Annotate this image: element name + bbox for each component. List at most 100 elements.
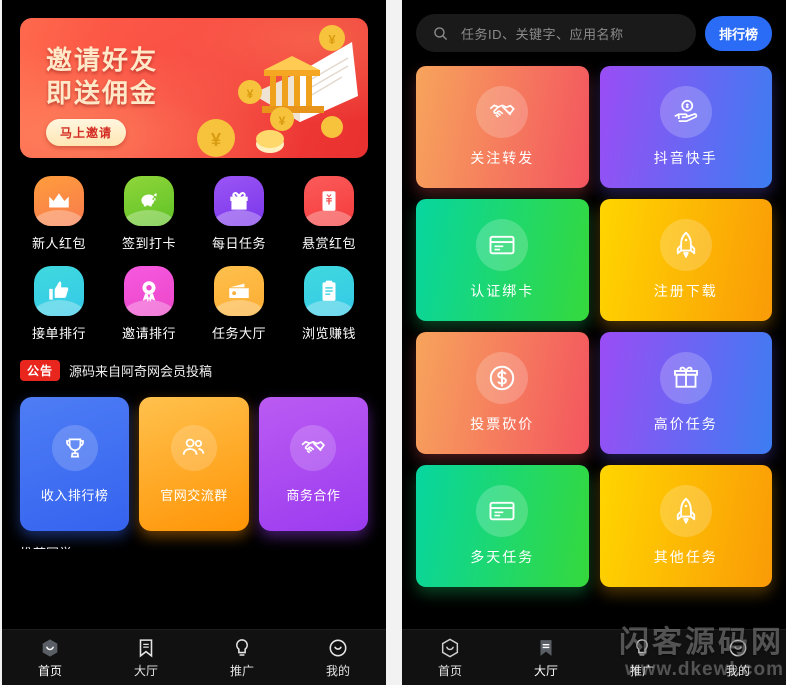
tab-mine[interactable]: 我的 xyxy=(290,637,386,679)
tab-label: 推广 xyxy=(629,663,654,678)
svg-text:¥: ¥ xyxy=(279,114,286,128)
tab-label: 首页 xyxy=(37,663,62,678)
quick-action-label: 悬赏红包 xyxy=(301,236,356,251)
tab-label: 我的 xyxy=(725,663,750,678)
tab-home[interactable]: 首页 xyxy=(2,637,98,679)
task-card-label: 关注转发 xyxy=(470,150,535,166)
task-category-grid: 关注转发 抖音快手 认证绑卡 注册下载 投票砍价 高价任务 多天任务 其他任务 xyxy=(402,60,786,597)
quick-action-label: 接单排行 xyxy=(31,326,86,341)
invite-now-button[interactable]: 马上邀请 xyxy=(46,119,127,146)
announcement-bar[interactable]: 公告 源码来自阿奇网会员投稿 xyxy=(2,346,386,387)
quick-action-label: 每日任务 xyxy=(211,236,266,251)
banner-line-2: 即送佣金 xyxy=(46,77,159,108)
user-circle-icon xyxy=(729,639,747,656)
screenshot-stage: 邀请好友 即送佣金 马上邀请 ¥ ¥ ¥ ¥ 新人红包 签到打卡 每日任务 悬赏… xyxy=(0,0,786,685)
quick-action-bounty-envelope[interactable]: 悬赏红包 xyxy=(284,176,374,252)
lightbulb-icon xyxy=(636,638,648,656)
thumbs-up-icon xyxy=(34,266,84,316)
task-card-vote-bargain[interactable]: 投票砍价 xyxy=(416,332,589,454)
quick-action-grid: 新人红包 签到打卡 每日任务 悬赏红包 接单排行 邀请排行 任务大厅 浏览赚钱 xyxy=(2,158,386,346)
task-card-high-price-task[interactable]: 高价任务 xyxy=(599,332,772,454)
tab-home[interactable]: 首页 xyxy=(402,637,498,679)
announcement-badge: 公告 xyxy=(20,360,61,381)
announcement-text: 源码来自阿奇网会员投稿 xyxy=(69,364,213,379)
left-phone-screen: 邀请好友 即送佣金 马上邀请 ¥ ¥ ¥ ¥ 新人红包 签到打卡 每日任务 悬赏… xyxy=(2,0,386,685)
quick-action-daily-task[interactable]: 每日任务 xyxy=(194,176,284,252)
hand-money-icon xyxy=(659,86,712,138)
task-card-other-task[interactable]: 其他任务 xyxy=(599,465,772,587)
left-scroll-area[interactable]: 邀请好友 即送佣金 马上邀请 ¥ ¥ ¥ ¥ 新人红包 签到打卡 每日任务 悬赏… xyxy=(2,0,386,629)
tab-label: 首页 xyxy=(437,663,462,678)
wallet-icon xyxy=(214,266,264,316)
task-card-follow-repost[interactable]: 关注转发 xyxy=(416,66,589,188)
bookmark-icon xyxy=(139,638,153,657)
gift-icon xyxy=(659,352,712,404)
tab-hall[interactable]: 大厅 xyxy=(98,637,194,679)
medal-icon xyxy=(124,266,174,316)
quick-action-label: 浏览赚钱 xyxy=(301,326,356,341)
left-bottom-navigation: 首页 大厅 推广 我的 xyxy=(2,629,386,685)
feature-card-business-cooperation[interactable]: 商务合作 xyxy=(258,397,368,531)
right-scroll-area[interactable]: 任务ID、关键字、应用名称 排行榜 关注转发 抖音快手 认证绑卡 注册下载 投票… xyxy=(402,0,786,629)
card-icon xyxy=(476,485,529,537)
invite-banner[interactable]: 邀请好友 即送佣金 马上邀请 ¥ ¥ ¥ ¥ xyxy=(20,18,368,158)
quick-action-label: 邀请排行 xyxy=(121,326,176,341)
task-card-douyin-kuaishou[interactable]: 抖音快手 xyxy=(599,66,772,188)
feature-card-label: 官网交流群 xyxy=(160,487,228,503)
quick-action-browse-earn[interactable]: 浏览赚钱 xyxy=(284,266,374,342)
card-icon xyxy=(476,219,529,271)
feature-card-income-ranking[interactable]: 收入排行榜 xyxy=(20,397,130,531)
right-phone-screen: 任务ID、关键字、应用名称 排行榜 关注转发 抖音快手 认证绑卡 注册下载 投票… xyxy=(402,0,786,685)
quick-action-invite-ranking[interactable]: 邀请排行 xyxy=(104,266,194,342)
section-title-partial: 推荐同学 xyxy=(2,531,386,549)
clipboard-icon xyxy=(304,266,354,316)
piggy-bank-icon xyxy=(124,176,174,226)
feature-card-label: 商务合作 xyxy=(286,487,341,503)
task-card-label: 注册下载 xyxy=(653,283,718,299)
quick-action-task-hall[interactable]: 任务大厅 xyxy=(194,266,284,342)
task-card-label: 认证绑卡 xyxy=(470,283,535,299)
banner-illustration-icon: ¥ ¥ ¥ ¥ xyxy=(197,25,358,157)
quick-action-new-user-bonus[interactable]: 新人红包 xyxy=(14,176,104,252)
home-hexagon-icon xyxy=(42,638,58,657)
lightbulb-icon xyxy=(236,638,248,656)
search-placeholder: 任务ID、关键字、应用名称 xyxy=(461,26,624,42)
task-card-register-download[interactable]: 注册下载 xyxy=(599,199,772,321)
task-card-label: 高价任务 xyxy=(653,416,718,432)
feature-card-row: 收入排行榜 官网交流群 商务合作 xyxy=(2,387,386,531)
tab-hall[interactable]: 大厅 xyxy=(498,637,594,679)
ranking-button[interactable]: 排行榜 xyxy=(704,15,772,51)
tab-mine[interactable]: 我的 xyxy=(690,637,786,679)
bookmark-icon xyxy=(540,639,552,656)
feature-card-official-group[interactable]: 官网交流群 xyxy=(139,397,249,531)
task-card-verify-bind-card[interactable]: 认证绑卡 xyxy=(416,199,589,321)
rocket-icon xyxy=(659,219,712,271)
rocket-icon xyxy=(659,485,712,537)
tab-label: 大厅 xyxy=(133,663,158,678)
tab-promote[interactable]: 推广 xyxy=(194,637,290,679)
svg-text:¥: ¥ xyxy=(211,130,221,150)
group-icon xyxy=(170,424,217,471)
handshake-icon xyxy=(476,86,529,138)
quick-action-order-ranking[interactable]: 接单排行 xyxy=(14,266,104,342)
home-hexagon-icon xyxy=(441,638,459,657)
banner-text-block: 邀请好友 即送佣金 马上邀请 xyxy=(46,44,158,146)
svg-text:¥: ¥ xyxy=(328,32,336,47)
task-card-multi-day-task[interactable]: 多天任务 xyxy=(416,465,589,587)
handshake-icon xyxy=(290,424,337,471)
task-card-label: 抖音快手 xyxy=(653,150,718,166)
red-envelope-icon xyxy=(304,176,354,226)
tab-label: 大厅 xyxy=(533,663,558,678)
task-card-label: 多天任务 xyxy=(470,549,535,565)
tab-promote[interactable]: 推广 xyxy=(594,637,690,679)
right-bottom-navigation: 首页 大厅 推广 我的 xyxy=(402,629,786,685)
task-card-label: 投票砍价 xyxy=(470,416,535,432)
banner-line-1: 邀请好友 xyxy=(46,45,159,75)
search-input[interactable]: 任务ID、关键字、应用名称 xyxy=(416,14,696,52)
tab-label: 推广 xyxy=(229,663,254,678)
trophy-icon xyxy=(51,424,98,471)
task-card-label: 其他任务 xyxy=(653,549,718,565)
search-icon xyxy=(434,26,447,40)
quick-action-daily-checkin[interactable]: 签到打卡 xyxy=(104,176,194,252)
crown-icon xyxy=(34,176,84,226)
